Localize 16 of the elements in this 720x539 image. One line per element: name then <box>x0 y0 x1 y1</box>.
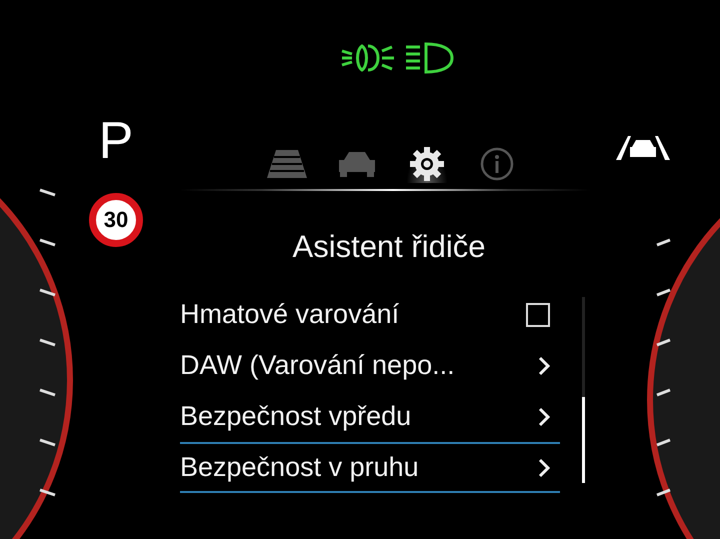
menu-item[interactable]: Bezpečnost v pruhu <box>180 442 560 493</box>
info-icon <box>480 147 514 181</box>
checkbox[interactable] <box>526 302 550 326</box>
menu-title: Asistent řidiče <box>292 228 486 266</box>
car-icon <box>336 150 378 178</box>
lane-assist-icon <box>614 135 672 161</box>
menu-item[interactable]: Bezpečnost vpředu <box>180 391 560 442</box>
chevron-right-icon <box>538 406 550 426</box>
menu-item[interactable]: Hmatové varování <box>180 289 560 340</box>
speed-limit-sign: 30 <box>89 193 143 247</box>
gear-icon <box>409 146 445 182</box>
chevron-right-icon <box>538 458 550 478</box>
road-icon <box>266 149 308 179</box>
chevron-right-icon <box>538 356 550 376</box>
menu-item[interactable]: DAW (Varování nepo... <box>180 340 560 391</box>
gear-indicator: P <box>98 115 134 167</box>
